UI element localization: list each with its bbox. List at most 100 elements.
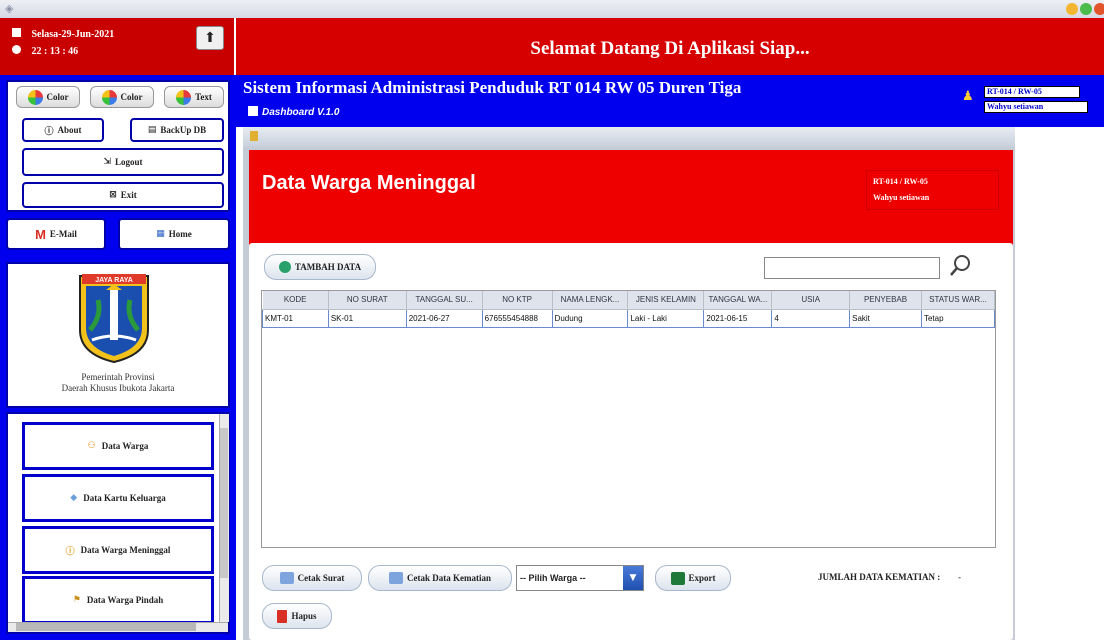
column-header[interactable]: NO KTP <box>482 291 553 310</box>
logo-line-1: Pemerintah Provinsi <box>81 372 155 382</box>
frame-icon <box>250 131 258 141</box>
logout-icon: ⇲ <box>103 157 112 167</box>
menu-data-warga[interactable]: ⚇ Data Warga <box>22 422 214 470</box>
info-icon: ⓘ <box>65 546 75 557</box>
exit-button[interactable]: ⊠ Exit <box>22 182 224 208</box>
column-header[interactable]: USIA <box>771 291 851 310</box>
print-death-data-label: Cetak Data Kematian <box>407 573 491 583</box>
death-count-label: JUMLAH DATA KEMATIAN : <box>818 572 941 582</box>
printer-icon <box>389 572 403 584</box>
add-icon <box>278 261 291 273</box>
color-button-1[interactable]: Color <box>16 86 80 108</box>
internal-frame-titlebar <box>243 127 1015 147</box>
trash-icon <box>277 609 288 623</box>
form-rt-rw: RT-014 / RW-05 <box>873 177 928 186</box>
table-cell[interactable]: Tetap <box>920 308 996 328</box>
email-label: E-Mail <box>49 229 77 239</box>
search-input[interactable] <box>764 257 940 279</box>
date-label: Selasa-29-Jun-2021 <box>31 29 115 40</box>
table-cell[interactable]: Dudung <box>551 308 629 328</box>
form-user: Wahyu setiawan <box>873 193 930 202</box>
menu-kartu-keluarga[interactable]: ◆ Data Kartu Keluarga <box>22 474 214 522</box>
table-cell[interactable]: 676555454888 <box>481 308 553 328</box>
column-header[interactable]: JENIS KELAMIN <box>627 291 705 310</box>
home-button[interactable]: ▦ Home <box>118 218 230 250</box>
people-icon: ⚇ <box>87 441 96 451</box>
printer-icon <box>279 572 294 584</box>
logo-line-2: Daerah Khusus Ibukota Jakarta <box>61 383 175 393</box>
column-header[interactable]: NO SURAT <box>328 291 407 310</box>
add-data-button[interactable]: TAMBAH DATA <box>264 254 376 280</box>
exit-icon: ⊠ <box>109 190 117 200</box>
column-header[interactable]: TANGGAL SU... <box>406 291 483 310</box>
app-icon: ◈ <box>5 2 14 15</box>
menu-hscroll-thumb[interactable] <box>16 623 196 631</box>
table-cell[interactable]: Sakit <box>849 308 922 328</box>
column-header[interactable]: NAMA LENGK... <box>552 291 629 310</box>
menu-data-warga-label: Data Warga <box>101 441 149 451</box>
home-label: Home <box>168 229 192 239</box>
print-death-data-button[interactable]: Cetak Data Kematian <box>368 565 512 591</box>
rt-rw-label: RT-014 / RW-05 <box>984 86 1080 98</box>
table-cell[interactable]: 4 <box>771 308 851 328</box>
emblem-motto: JAYA RAYA <box>95 277 133 284</box>
export-button[interactable]: Export <box>655 565 731 591</box>
menu-scroll-thumb[interactable] <box>220 428 228 578</box>
backup-button[interactable]: ▤ BackUp DB <box>130 118 224 142</box>
delete-button[interactable]: Hapus <box>262 603 332 629</box>
clock-icon <box>12 45 21 54</box>
search-icon[interactable] <box>946 252 974 280</box>
about-button[interactable]: ⓘ About <box>22 118 104 142</box>
menu-warga-meninggal[interactable]: ⓘ Data Warga Meninggal <box>22 526 214 574</box>
column-header[interactable]: PENYEBAB <box>849 291 922 310</box>
table-row[interactable]: KMT-01 SK-01 2021-06-27 676555454888 Dud… <box>262 308 996 328</box>
grid-icon <box>248 106 258 116</box>
jakarta-emblem-icon: JAYA RAYA <box>79 274 149 364</box>
welcome-text: Selamat Datang Di Aplikasi Siap... <box>530 38 810 59</box>
user-icon: ♟ <box>962 88 974 103</box>
upload-button[interactable]: ⬆ <box>196 26 224 50</box>
table-cell[interactable]: KMT-01 <box>262 308 329 328</box>
color-button-1-label: Color <box>46 92 69 102</box>
column-header[interactable]: KODE <box>262 291 329 310</box>
minimize-button[interactable] <box>1066 3 1078 15</box>
form-title: Data Warga Meninggal <box>262 172 476 194</box>
window-titlebar <box>0 0 1104 18</box>
gmail-icon: M <box>35 226 46 242</box>
logout-button[interactable]: ⇲ Logout <box>22 148 224 176</box>
calendar-icon <box>12 28 21 37</box>
user-name-label: Wahyu setiawan <box>984 101 1088 113</box>
print-letter-button[interactable]: Cetak Surat <box>262 565 362 591</box>
table-header-row: KODE NO SURAT TANGGAL SU... NO KTP NAMA … <box>262 291 996 310</box>
table-cell[interactable]: 2021-06-27 <box>405 308 483 328</box>
close-button[interactable] <box>1094 3 1104 15</box>
column-header[interactable]: STATUS WAR... <box>921 291 996 310</box>
export-label: Export <box>688 573 716 583</box>
logout-label: Logout <box>115 157 143 167</box>
chevron-down-icon[interactable]: ▼ <box>623 566 643 590</box>
table-cell[interactable]: Laki - Laki <box>627 308 705 328</box>
death-count-value: - <box>958 572 961 582</box>
version-label: Dashboard V.1.0 <box>262 107 340 118</box>
excel-icon <box>670 571 685 585</box>
color-wheel-icon <box>101 89 117 105</box>
column-header[interactable]: TANGGAL WA... <box>703 291 773 310</box>
text-color-button-label: Text <box>195 92 212 102</box>
text-color-button[interactable]: Text <box>164 86 224 108</box>
email-button[interactable]: M E-Mail <box>6 218 106 250</box>
color-button-2[interactable]: Color <box>90 86 154 108</box>
table-cell[interactable]: SK-01 <box>327 308 407 328</box>
maximize-button[interactable] <box>1080 3 1092 15</box>
logo-caption: Pemerintah Provinsi Daerah Khusus Ibukot… <box>6 372 230 394</box>
form-user-box: RT-014 / RW-05 Wahyu setiawan <box>866 170 999 210</box>
menu-warga-pindah[interactable]: ⚑ Data Warga Pindah <box>22 576 214 624</box>
date-row: Selasa-29-Jun-2021 <box>12 28 114 41</box>
backup-label: BackUp DB <box>160 125 207 135</box>
time-row: 22 : 13 : 46 <box>12 45 78 58</box>
signpost-icon: ⚑ <box>72 595 81 605</box>
menu-warga-meninggal-label: Data Warga Meninggal <box>80 545 171 555</box>
table-cell[interactable]: 2021-06-15 <box>703 308 773 328</box>
data-table[interactable]: KODE NO SURAT TANGGAL SU... NO KTP NAMA … <box>261 290 996 548</box>
info-icon: ⓘ <box>44 126 54 137</box>
system-title: Sistem Informasi Administrasi Penduduk R… <box>243 78 742 97</box>
